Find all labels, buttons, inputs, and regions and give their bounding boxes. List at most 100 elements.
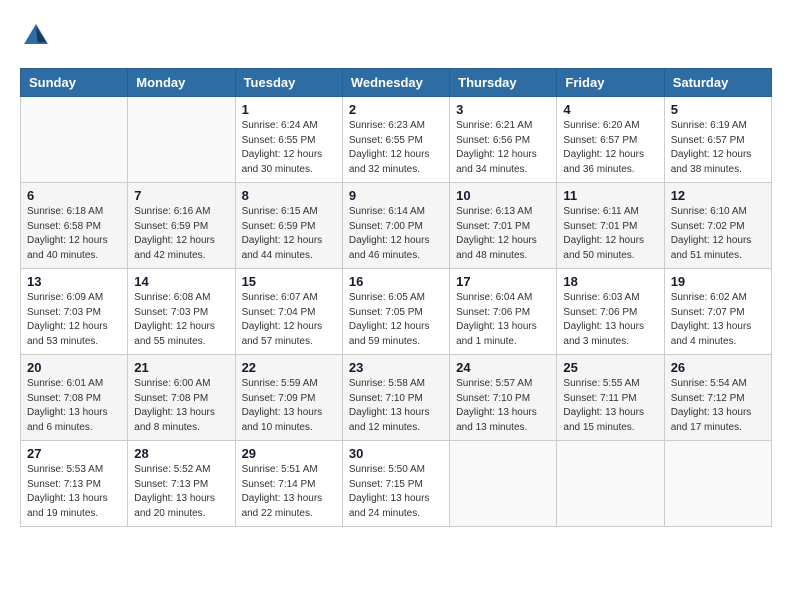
calendar-week-5: 27 Sunrise: 5:53 AMSunset: 7:13 PMDayligh… bbox=[21, 441, 772, 527]
day-info: Sunrise: 5:54 AMSunset: 7:12 PMDaylight:… bbox=[671, 377, 765, 435]
day-number: 13 bbox=[27, 274, 121, 289]
day-info: Sunrise: 6:16 AMSunset: 6:59 PMDaylight:… bbox=[134, 205, 228, 263]
day-number: 3 bbox=[456, 102, 550, 117]
day-number: 10 bbox=[456, 188, 550, 203]
calendar-cell: 25 Sunrise: 5:55 AMSunset: 7:11 PMDayligh… bbox=[557, 355, 664, 441]
calendar-cell bbox=[557, 441, 664, 527]
header-row: SundayMondayTuesdayWednesdayThursdayFrid… bbox=[21, 69, 772, 97]
day-number: 24 bbox=[456, 360, 550, 375]
day-info: Sunrise: 6:24 AMSunset: 6:55 PMDaylight:… bbox=[242, 119, 336, 177]
calendar-cell: 6 Sunrise: 6:18 AMSunset: 6:58 PMDaylight… bbox=[21, 183, 128, 269]
day-number: 14 bbox=[134, 274, 228, 289]
day-info: Sunrise: 5:55 AMSunset: 7:11 PMDaylight:… bbox=[563, 377, 657, 435]
day-number: 2 bbox=[349, 102, 443, 117]
calendar-cell: 12 Sunrise: 6:10 AMSunset: 7:02 PMDayligh… bbox=[664, 183, 771, 269]
day-info: Sunrise: 6:20 AMSunset: 6:57 PMDaylight:… bbox=[563, 119, 657, 177]
day-number: 28 bbox=[134, 446, 228, 461]
day-number: 15 bbox=[242, 274, 336, 289]
day-info: Sunrise: 6:01 AMSunset: 7:08 PMDaylight:… bbox=[27, 377, 121, 435]
day-number: 27 bbox=[27, 446, 121, 461]
calendar-cell bbox=[450, 441, 557, 527]
calendar-cell: 19Sunrise: 6:02 AMSunset: 7:07 PMDayligh… bbox=[664, 269, 771, 355]
day-info: Sunrise: 6:18 AMSunset: 6:58 PMDaylight:… bbox=[27, 205, 121, 263]
calendar-cell: 27 Sunrise: 5:53 AMSunset: 7:13 PMDayligh… bbox=[21, 441, 128, 527]
day-info: Sunrise: 6:19 AMSunset: 6:57 PMDaylight:… bbox=[671, 119, 765, 177]
day-info: Sunrise: 6:09 AMSunset: 7:03 PMDaylight:… bbox=[27, 291, 121, 349]
calendar-cell: 28 Sunrise: 5:52 AMSunset: 7:13 PMDayligh… bbox=[128, 441, 235, 527]
header-cell-thursday: Thursday bbox=[450, 69, 557, 97]
calendar-cell: 17 Sunrise: 6:04 AMSunset: 7:06 PMDayligh… bbox=[450, 269, 557, 355]
calendar-cell: 22 Sunrise: 5:59 AMSunset: 7:09 PMDayligh… bbox=[235, 355, 342, 441]
day-info: Sunrise: 5:53 AMSunset: 7:13 PMDaylight:… bbox=[27, 463, 121, 521]
calendar-week-3: 13 Sunrise: 6:09 AMSunset: 7:03 PMDayligh… bbox=[21, 269, 772, 355]
day-number: 18 bbox=[563, 274, 657, 289]
day-info: Sunrise: 5:59 AMSunset: 7:09 PMDaylight:… bbox=[242, 377, 336, 435]
day-number: 21 bbox=[134, 360, 228, 375]
day-number: 22 bbox=[242, 360, 336, 375]
header-cell-friday: Friday bbox=[557, 69, 664, 97]
day-info: Sunrise: 5:51 AMSunset: 7:14 PMDaylight:… bbox=[242, 463, 336, 521]
calendar-cell: 23 Sunrise: 5:58 AMSunset: 7:10 PMDayligh… bbox=[342, 355, 449, 441]
calendar-cell: 18 Sunrise: 6:03 AMSunset: 7:06 PMDayligh… bbox=[557, 269, 664, 355]
day-info: Sunrise: 6:04 AMSunset: 7:06 PMDaylight:… bbox=[456, 291, 550, 349]
day-info: Sunrise: 5:57 AMSunset: 7:10 PMDaylight:… bbox=[456, 377, 550, 435]
day-info: Sunrise: 6:13 AMSunset: 7:01 PMDaylight:… bbox=[456, 205, 550, 263]
calendar-table: SundayMondayTuesdayWednesdayThursdayFrid… bbox=[20, 68, 772, 527]
day-info: Sunrise: 6:07 AMSunset: 7:04 PMDaylight:… bbox=[242, 291, 336, 349]
header-cell-sunday: Sunday bbox=[21, 69, 128, 97]
header-cell-monday: Monday bbox=[128, 69, 235, 97]
day-info: Sunrise: 6:03 AMSunset: 7:06 PMDaylight:… bbox=[563, 291, 657, 349]
day-number: 25 bbox=[563, 360, 657, 375]
calendar-cell: 15 Sunrise: 6:07 AMSunset: 7:04 PMDayligh… bbox=[235, 269, 342, 355]
calendar-cell: 24 Sunrise: 5:57 AMSunset: 7:10 PMDayligh… bbox=[450, 355, 557, 441]
day-number: 16 bbox=[349, 274, 443, 289]
day-number: 4 bbox=[563, 102, 657, 117]
day-info: Sunrise: 6:21 AMSunset: 6:56 PMDaylight:… bbox=[456, 119, 550, 177]
day-number: 11 bbox=[563, 188, 657, 203]
day-info: Sunrise: 6:14 AMSunset: 7:00 PMDaylight:… bbox=[349, 205, 443, 263]
calendar-cell: 1 Sunrise: 6:24 AMSunset: 6:55 PMDaylight… bbox=[235, 97, 342, 183]
calendar-cell: 21Sunrise: 6:00 AMSunset: 7:08 PMDayligh… bbox=[128, 355, 235, 441]
day-info: Sunrise: 5:52 AMSunset: 7:13 PMDaylight:… bbox=[134, 463, 228, 521]
calendar-cell: 11 Sunrise: 6:11 AMSunset: 7:01 PMDayligh… bbox=[557, 183, 664, 269]
day-info: Sunrise: 6:08 AMSunset: 7:03 PMDaylight:… bbox=[134, 291, 228, 349]
day-number: 19 bbox=[671, 274, 765, 289]
day-number: 9 bbox=[349, 188, 443, 203]
day-info: Sunrise: 5:58 AMSunset: 7:10 PMDaylight:… bbox=[349, 377, 443, 435]
day-number: 23 bbox=[349, 360, 443, 375]
calendar-cell: 14 Sunrise: 6:08 AMSunset: 7:03 PMDayligh… bbox=[128, 269, 235, 355]
day-number: 29 bbox=[242, 446, 336, 461]
day-info: Sunrise: 6:10 AMSunset: 7:02 PMDaylight:… bbox=[671, 205, 765, 263]
calendar-cell: 8 Sunrise: 6:15 AMSunset: 6:59 PMDaylight… bbox=[235, 183, 342, 269]
day-info: Sunrise: 5:50 AMSunset: 7:15 PMDaylight:… bbox=[349, 463, 443, 521]
calendar-cell: 26Sunrise: 5:54 AMSunset: 7:12 PMDayligh… bbox=[664, 355, 771, 441]
day-number: 17 bbox=[456, 274, 550, 289]
calendar-cell: 30 Sunrise: 5:50 AMSunset: 7:15 PMDayligh… bbox=[342, 441, 449, 527]
day-number: 6 bbox=[27, 188, 121, 203]
day-number: 12 bbox=[671, 188, 765, 203]
calendar-cell: 20Sunrise: 6:01 AMSunset: 7:08 PMDayligh… bbox=[21, 355, 128, 441]
calendar-cell: 7 Sunrise: 6:16 AMSunset: 6:59 PMDaylight… bbox=[128, 183, 235, 269]
calendar-cell: 29 Sunrise: 5:51 AMSunset: 7:14 PMDayligh… bbox=[235, 441, 342, 527]
day-number: 30 bbox=[349, 446, 443, 461]
calendar-week-2: 6 Sunrise: 6:18 AMSunset: 6:58 PMDaylight… bbox=[21, 183, 772, 269]
page-header bbox=[20, 20, 772, 52]
calendar-body: 1 Sunrise: 6:24 AMSunset: 6:55 PMDaylight… bbox=[21, 97, 772, 527]
day-number: 7 bbox=[134, 188, 228, 203]
calendar-cell bbox=[664, 441, 771, 527]
day-info: Sunrise: 6:11 AMSunset: 7:01 PMDaylight:… bbox=[563, 205, 657, 263]
logo-icon bbox=[20, 20, 52, 52]
day-info: Sunrise: 6:15 AMSunset: 6:59 PMDaylight:… bbox=[242, 205, 336, 263]
calendar-cell: 13 Sunrise: 6:09 AMSunset: 7:03 PMDayligh… bbox=[21, 269, 128, 355]
calendar-header: SundayMondayTuesdayWednesdayThursdayFrid… bbox=[21, 69, 772, 97]
day-number: 1 bbox=[242, 102, 336, 117]
day-info: Sunrise: 6:05 AMSunset: 7:05 PMDaylight:… bbox=[349, 291, 443, 349]
header-cell-wednesday: Wednesday bbox=[342, 69, 449, 97]
day-number: 8 bbox=[242, 188, 336, 203]
calendar-cell: 5Sunrise: 6:19 AMSunset: 6:57 PMDaylight… bbox=[664, 97, 771, 183]
header-cell-saturday: Saturday bbox=[664, 69, 771, 97]
logo bbox=[20, 20, 56, 52]
day-info: Sunrise: 6:23 AMSunset: 6:55 PMDaylight:… bbox=[349, 119, 443, 177]
header-cell-tuesday: Tuesday bbox=[235, 69, 342, 97]
calendar-cell: 3 Sunrise: 6:21 AMSunset: 6:56 PMDaylight… bbox=[450, 97, 557, 183]
